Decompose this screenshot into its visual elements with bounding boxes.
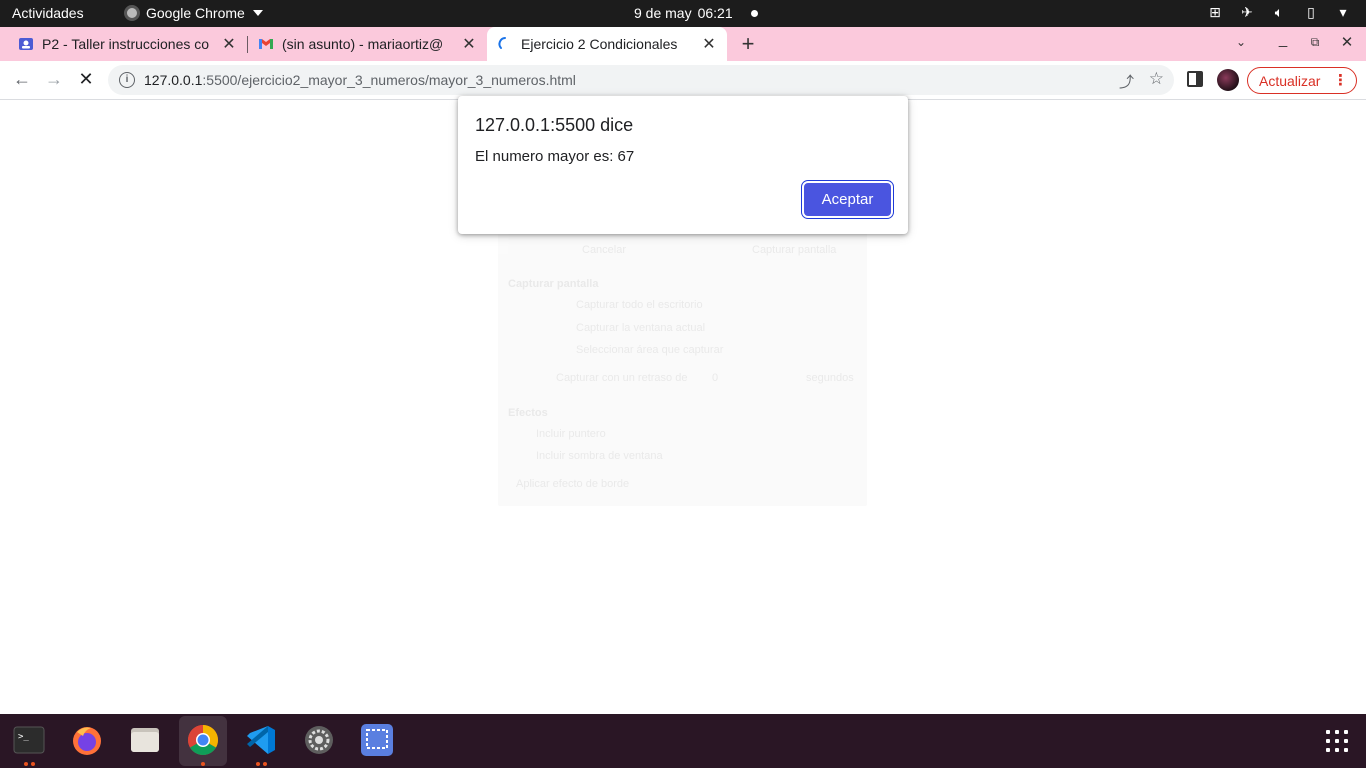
- ghost-text: Aplicar efecto de borde: [516, 478, 630, 490]
- loading-spinner-icon: [498, 37, 506, 49]
- tab-title: Ejercicio 2 Condicionales: [521, 36, 678, 52]
- chevron-down-icon: [252, 10, 263, 16]
- restore-icon[interactable]: ⧉: [1307, 35, 1323, 50]
- forward-arrow-icon[interactable]: →: [42, 69, 66, 90]
- tab-title: P2 - Taller instrucciones co: [42, 36, 210, 52]
- url-host: 127.0.0.1: [144, 72, 203, 88]
- settings-icon[interactable]: [301, 722, 337, 758]
- ghost-text: 0: [712, 372, 719, 384]
- profile-avatar[interactable]: [1217, 69, 1239, 91]
- clock[interactable]: 9 de may 06:21: [634, 5, 758, 21]
- screenshot-icon[interactable]: [359, 722, 395, 758]
- firefox-icon[interactable]: [69, 722, 105, 758]
- url-path: :5500/ejercicio2_mayor_3_numeros/mayor_3…: [202, 72, 576, 88]
- files-icon[interactable]: [127, 722, 163, 758]
- stop-loading-icon[interactable]: ✕: [74, 69, 98, 90]
- close-tab-icon[interactable]: ✕: [701, 34, 717, 54]
- bookmark-star-icon[interactable]: ☆: [1149, 69, 1164, 89]
- ghost-text: Capturar la ventana actual: [576, 322, 706, 334]
- browser-toolbar: ← → ✕ i 127.0.0.1:5500/ejercicio2_mayor_…: [0, 61, 1366, 100]
- more-menu-icon[interactable]: ⋮: [1333, 71, 1348, 89]
- activities-button[interactable]: Actividades: [12, 5, 84, 21]
- share-icon[interactable]: ⤴: [1119, 71, 1134, 92]
- airplane-mode-icon: ✈: [1241, 4, 1253, 20]
- notification-dot-icon: [750, 10, 758, 17]
- update-button[interactable]: Actualizar ⋮: [1247, 67, 1357, 94]
- ghost-text: Capturar pantalla: [752, 244, 837, 256]
- back-arrow-icon[interactable]: ←: [10, 69, 34, 90]
- dock: >_: [0, 714, 1366, 768]
- chrome-app-icon: [124, 5, 140, 21]
- tab-ejercicio[interactable]: Ejercicio 2 Condicionales ✕: [487, 27, 727, 61]
- running-indicator: [31, 762, 35, 766]
- dialog-title: 127.0.0.1:5500 dice: [475, 115, 634, 135]
- ghost-screenshot-panel: Cancelar Capturar pantalla Capturar pant…: [498, 232, 867, 506]
- minimize-icon[interactable]: _: [1275, 31, 1291, 48]
- side-panel-icon[interactable]: [1187, 71, 1203, 87]
- ghost-text: Efectos: [508, 407, 548, 419]
- clock-time: 06:21: [697, 5, 733, 21]
- battery-icon: ▯: [1307, 4, 1315, 20]
- new-tab-button[interactable]: +: [737, 31, 759, 57]
- running-indicator: [256, 762, 260, 766]
- tab-strip: P2 - Taller instrucciones co ✕ (sin asun…: [0, 27, 1366, 61]
- close-window-icon[interactable]: ✕: [1339, 33, 1355, 51]
- tab-classroom[interactable]: P2 - Taller instrucciones co ✕: [0, 27, 247, 61]
- network-icon: ⊞: [1209, 4, 1221, 20]
- alert-dialog: 127.0.0.1:5500 dice El numero mayor es: …: [458, 96, 908, 234]
- ghost-text: Incluir sombra de ventana: [536, 450, 663, 462]
- site-info-icon[interactable]: i: [119, 72, 135, 88]
- ghost-text: Cancelar: [582, 244, 627, 256]
- close-tab-icon[interactable]: ✕: [221, 34, 237, 54]
- ghost-text: Incluir puntero: [536, 428, 606, 440]
- chrome-icon[interactable]: [185, 722, 221, 758]
- dialog-message: El numero mayor es: 67: [475, 148, 635, 165]
- running-indicator: [24, 762, 28, 766]
- ghost-text: Seleccionar área que capturar: [576, 344, 724, 356]
- ghost-text: Capturar con un retraso de: [556, 372, 688, 384]
- update-label: Actualizar: [1259, 72, 1321, 89]
- tab-gmail[interactable]: (sin asunto) - mariaortiz@ ✕: [240, 27, 487, 61]
- system-tray[interactable]: ⊞ ✈ 🔈︎ ▯ ▾: [1206, 4, 1352, 21]
- system-top-bar: Actividades Google Chrome 9 de may 06:21…: [0, 0, 1366, 27]
- svg-text:>_: >_: [18, 732, 29, 742]
- classroom-icon: [19, 38, 33, 50]
- running-indicator: [263, 762, 267, 766]
- terminal-icon[interactable]: >_: [11, 722, 47, 758]
- app-menu[interactable]: Google Chrome: [124, 5, 263, 21]
- vscode-icon[interactable]: [243, 722, 279, 758]
- dialog-ok-button[interactable]: Aceptar: [804, 183, 891, 216]
- ghost-text: Capturar todo el escritorio: [576, 299, 703, 311]
- ghost-text: segundos: [806, 372, 854, 384]
- tab-title: (sin asunto) - mariaortiz@: [282, 36, 444, 52]
- clock-date: 9 de may: [634, 5, 692, 21]
- running-indicator: [201, 762, 205, 766]
- tab-search-chevron-icon[interactable]: ⌄: [1236, 35, 1246, 49]
- ghost-text: Capturar pantalla: [508, 278, 599, 290]
- app-menu-label: Google Chrome: [146, 5, 245, 21]
- address-bar[interactable]: i 127.0.0.1:5500/ejercicio2_mayor_3_nume…: [108, 65, 1174, 95]
- tray-chevron-down-icon: ▾: [1339, 4, 1347, 20]
- show-apps-grid-icon[interactable]: [1326, 730, 1348, 752]
- close-tab-icon[interactable]: ✕: [461, 34, 477, 54]
- gmail-icon: [259, 39, 273, 49]
- volume-icon: 🔈︎: [1274, 4, 1284, 20]
